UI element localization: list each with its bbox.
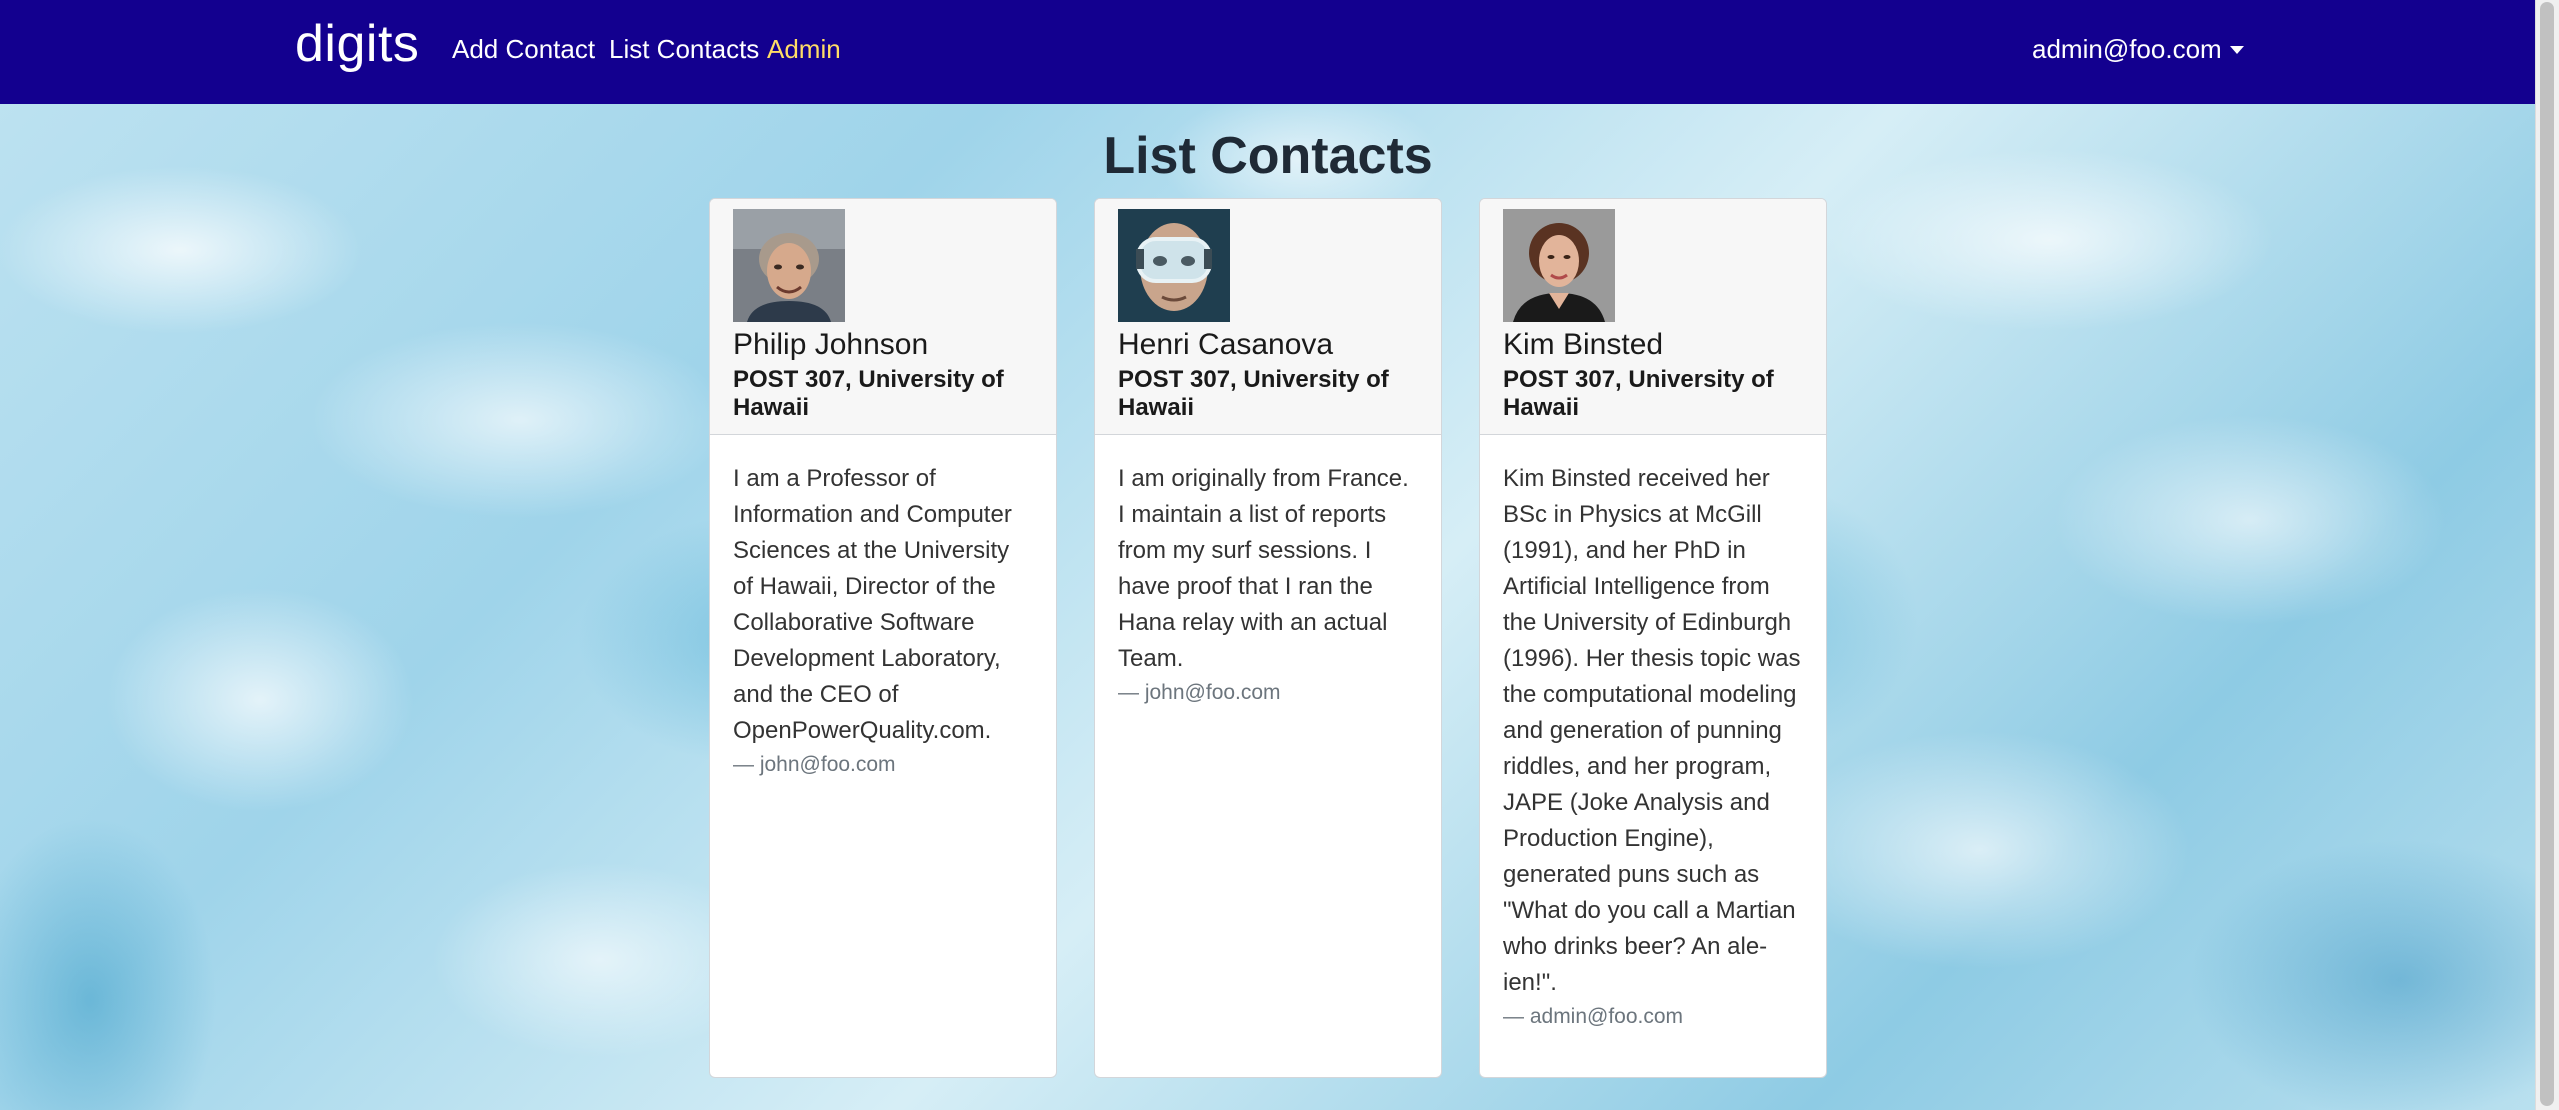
contact-card: Henri Casanova POST 307, University of H… [1094, 198, 1442, 1078]
brand-logo[interactable]: digits [295, 14, 419, 74]
contact-address: POST 307, University of Hawaii [733, 366, 1004, 421]
contact-owner: — admin@foo.com [1503, 1005, 1684, 1028]
contact-name: Henri Casanova [1118, 328, 1334, 361]
contact-card: Kim Binsted POST 307, University of Hawa… [1479, 198, 1827, 1078]
chevron-down-icon [2229, 45, 2244, 54]
page-title: List Contacts [1103, 127, 1433, 185]
card-body: I am a Professor of Information and Comp… [710, 435, 1056, 777]
contact-address: POST 307, University of Hawaii [1503, 366, 1774, 421]
contact-card-list: Philip Johnson POST 307, University of H… [709, 198, 1827, 1078]
contact-photo [1503, 209, 1615, 322]
contact-description: I am originally from France. I maintain … [1118, 465, 1409, 672]
contact-name: Kim Binsted [1503, 328, 1664, 361]
contact-name: Philip Johnson [733, 328, 929, 361]
user-email: admin@foo.com [2032, 34, 2222, 64]
scrollbar-thumb[interactable] [2540, 2, 2554, 1106]
card-header: Kim Binsted POST 307, University of Hawa… [1480, 199, 1826, 435]
user-dropdown[interactable]: admin@foo.com [2032, 34, 2244, 65]
nav-add-contact[interactable]: Add Contact [452, 34, 595, 65]
card-header: Henri Casanova POST 307, University of H… [1095, 199, 1441, 435]
top-navbar: digits Add Contact List Contacts Admin a… [0, 0, 2536, 104]
nav-list-contacts[interactable]: List Contacts [609, 34, 759, 65]
contact-owner: — john@foo.com [1118, 681, 1281, 704]
contact-description: I am a Professor of Information and Comp… [733, 465, 1012, 744]
contact-description: Kim Binsted received her BSc in Physics … [1503, 465, 1801, 996]
contact-owner: — john@foo.com [733, 753, 896, 776]
contact-photo [1118, 209, 1230, 322]
contact-card: Philip Johnson POST 307, University of H… [709, 198, 1057, 1078]
card-body: I am originally from France. I maintain … [1095, 435, 1441, 705]
contact-photo [733, 209, 845, 322]
card-header: Philip Johnson POST 307, University of H… [710, 199, 1056, 435]
vertical-scrollbar[interactable] [2535, 0, 2559, 1110]
nav-admin[interactable]: Admin [767, 34, 841, 65]
card-body: Kim Binsted received her BSc in Physics … [1480, 435, 1826, 1029]
contact-address: POST 307, University of Hawaii [1118, 366, 1389, 421]
